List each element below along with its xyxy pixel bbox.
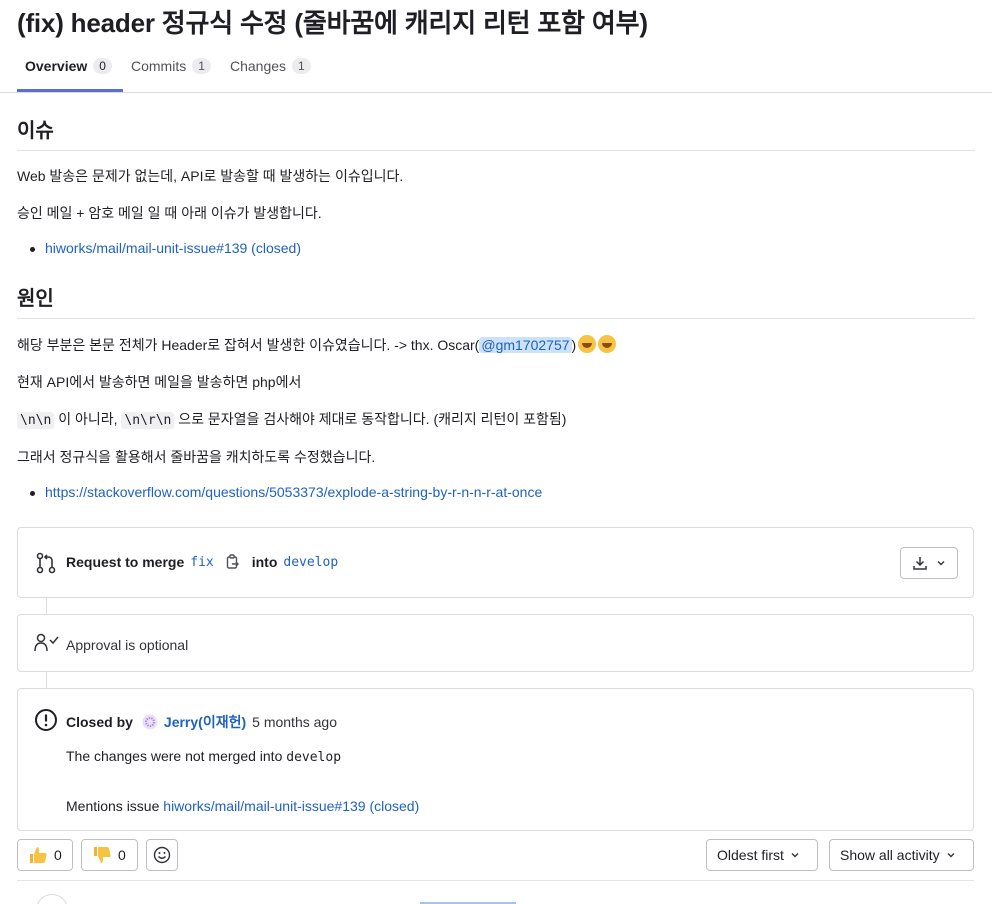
issue-paragraph-1: Web 발송은 문제가 없는데, API로 발송할 때 발생하는 이슈입니다. [17,168,404,184]
avatar[interactable] [142,714,158,730]
closed-by-line: Closed by Jerry(이재헌) 5 months ago [66,712,337,732]
cause-text-end: 으로 문자열을 검사해야 제대로 동작합니다. (캐리지 리턴이 포함됨) [174,411,567,427]
thumbs-up-count: 0 [54,847,62,863]
thumbs-down-count: 0 [118,847,126,863]
tab-changes[interactable]: Changes 1 [230,58,311,74]
tab-overview[interactable]: Overview 0 [25,58,112,74]
tab-commits[interactable]: Commits 1 [131,58,211,74]
timeline-avatar [36,894,68,904]
inline-code: \n\n [17,412,55,429]
merge-request-icon [36,552,56,574]
tab-overview-count: 0 [93,58,112,74]
cause-text-close: ) [571,337,577,353]
merge-request-widget: Request to merge fix into develop [17,527,974,598]
user-mention[interactable]: @gm1702757 [479,337,572,353]
page-title: (fix) header 정규식 수정 (줄바꿈에 캐리지 리턴 포함 여부) [17,8,648,38]
closed-by-user-link[interactable]: Jerry(이재헌) [164,712,246,732]
laughing-emoji-icon [578,335,597,353]
into-label: into [251,554,278,570]
approval-widget: Approval is optional [17,614,974,672]
download-icon [913,557,927,570]
activity-filter-dropdown[interactable]: Show all activity [829,839,974,871]
timeline-connector [46,672,47,688]
issue-paragraph-2: 승인 메일 + 암호 메일 일 때 아래 이슈가 발생합니다. [17,205,322,221]
timeline-connector [46,598,47,614]
active-tab-indicator [17,89,123,92]
tab-commits-count: 1 [192,58,211,74]
thumbs-up-icon [30,847,47,863]
activity-filter-label: Show all activity [840,847,940,863]
thumbs-down-button[interactable]: 0 [81,839,138,871]
laughing-emoji-icon [598,335,617,353]
thumbs-up-button[interactable]: 0 [17,839,73,871]
activity-divider [17,880,974,881]
tab-overview-label: Overview [25,58,88,74]
tab-changes-count: 1 [292,58,311,74]
chevron-down-icon [937,561,945,566]
issue-link[interactable]: hiworks/mail/mail-unit-issue#139 (closed… [45,240,301,256]
not-merged-line: The changes were not merged into develop [66,748,341,765]
sort-dropdown[interactable]: Oldest first [706,839,818,871]
issue-list-item: hiworks/mail/mail-unit-issue#139 (closed… [30,240,301,256]
closed-time: 5 months ago [252,714,337,730]
not-merged-text: The changes were not merged into [66,748,283,764]
mentions-label: Mentions issue [66,798,160,814]
cause-heading: 원인 [17,282,975,319]
copy-branch-icon[interactable] [226,554,240,570]
chevron-down-icon [947,853,955,858]
alert-circle-icon [35,709,57,731]
thumbs-down-icon [94,847,111,863]
closed-widget: Closed by Jerry(이재헌) 5 months ago The ch… [17,688,974,831]
sort-label: Oldest first [717,847,784,863]
inline-code: \n\r\n [121,412,175,429]
cause-paragraph-2: 현재 API에서 발송하면 메일을 발송하면 php에서 [17,374,302,390]
tab-changes-label: Changes [230,58,287,74]
mentions-issue-link[interactable]: hiworks/mail/mail-unit-issue#139 (closed… [163,798,419,814]
closed-by-label: Closed by [66,714,133,730]
issue-heading: 이슈 [17,114,975,151]
not-merged-branch: develop [286,750,342,765]
request-to-merge-label: Request to merge [66,554,185,570]
cause-paragraph-3: \n\n 이 아니라, \n\r\n 으로 문자열을 검사해야 제대로 동작합니… [17,409,566,429]
cause-text-mid: 이 아니라, [54,411,122,427]
approval-user-icon [34,633,59,652]
cause-paragraph-1: 해당 부분은 본문 전체가 Header로 잡혀서 발생한 이슈였습니다. ->… [17,335,617,355]
download-dropdown-button[interactable] [900,547,958,579]
approval-text: Approval is optional [66,637,189,653]
cause-paragraph-4: 그래서 정규식을 활용해서 줄바꿈을 캐치하도록 수정했습니다. [17,449,376,465]
cause-text: 해당 부분은 본문 전체가 Header로 잡혀서 발생한 이슈였습니다. ->… [17,337,480,353]
tab-commits-label: Commits [131,58,187,74]
chevron-down-icon [791,853,799,858]
target-branch-link[interactable]: develop [283,555,338,570]
tab-bar: Overview 0 Commits 1 Changes 1 [0,44,992,93]
stackoverflow-link[interactable]: https://stackoverflow.com/questions/5053… [45,484,542,500]
mentions-line: Mentions issue hiworks/mail/mail-unit-is… [66,798,419,814]
add-reaction-button[interactable] [146,839,178,871]
cause-list-item: https://stackoverflow.com/questions/5053… [30,484,542,500]
smiley-icon [153,846,171,864]
merge-request-line: Request to merge fix into develop [66,554,338,570]
source-branch-link[interactable]: fix [190,555,213,570]
